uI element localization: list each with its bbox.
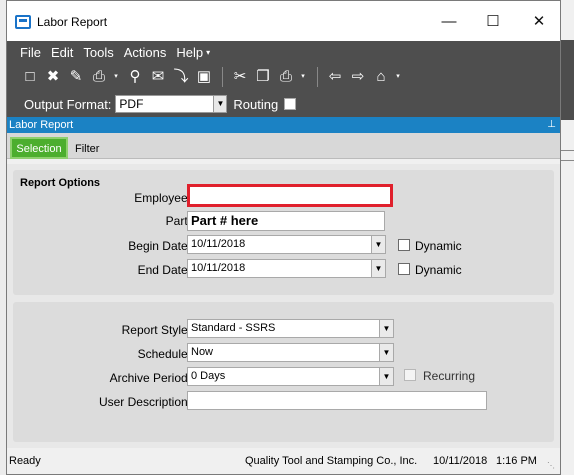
recurring-label: Recurring: [423, 369, 476, 383]
attach-icon[interactable]: ⤵: [170, 66, 192, 88]
end-date-value: 10/11/2018: [191, 262, 246, 274]
delete-icon[interactable]: ✖: [42, 66, 64, 88]
begin-dynamic-label: Dynamic: [415, 239, 462, 253]
app-window-icon: [15, 15, 31, 29]
minimize-button[interactable]: —: [429, 9, 469, 35]
menu-overflow-icon[interactable]: ▾: [206, 48, 210, 57]
print-preview-icon[interactable]: ⚲: [124, 66, 146, 88]
labor-report-window: Labor Report — ☐ ✕ File Edit Tools Actio…: [6, 0, 561, 475]
status-date: 10/11/2018: [433, 455, 488, 467]
close-button[interactable]: ✕: [519, 9, 559, 35]
archive-period-label: Archive Period:: [109, 371, 191, 385]
end-date-label: End Date:: [137, 263, 191, 277]
menu-file[interactable]: File: [20, 45, 41, 60]
report-icon[interactable]: ▣: [193, 66, 215, 88]
forward-icon[interactable]: ⇨: [347, 66, 369, 88]
cut-icon[interactable]: ✂: [229, 66, 251, 88]
clear-icon[interactable]: ✎: [65, 66, 87, 88]
copy-icon[interactable]: ❐: [252, 66, 274, 88]
output-format-label: Output Format:: [24, 96, 112, 112]
toolbar: □ ✖ ✎ ⎙ ▾ ⚲ ✉ ⤵ ▣ ✂ ❐ ⎙ ▾ ⇦ ⇨ ⌂ ▾: [7, 63, 560, 91]
tab-strip: Selection Filter: [7, 133, 560, 159]
part-input[interactable]: Part # here: [187, 211, 385, 231]
end-dynamic-label: Dynamic: [415, 263, 462, 277]
paste-icon[interactable]: ⎙: [275, 66, 297, 88]
toolbar-separator: [222, 67, 223, 87]
resize-grip-icon[interactable]: ⋱: [547, 461, 557, 471]
maximize-button[interactable]: ☐: [473, 9, 513, 35]
print-icon[interactable]: ⎙: [88, 66, 110, 88]
menu-bar: File Edit Tools Actions Help ▾: [7, 41, 560, 63]
menu-tools[interactable]: Tools: [83, 45, 113, 60]
user-description-label: User Description:: [98, 395, 191, 409]
end-dynamic-checkbox[interactable]: [398, 263, 410, 275]
begin-date-label: Begin Date:: [128, 239, 191, 253]
employee-label: Employee:: [134, 191, 191, 205]
title-bar: Labor Report — ☐ ✕: [7, 1, 560, 41]
report-style-select[interactable]: Standard - SSRS ▼: [187, 319, 394, 338]
tab-filter[interactable]: Filter: [71, 139, 111, 161]
output-format-select[interactable]: PDF ▼: [115, 95, 228, 113]
back-icon[interactable]: ⇦: [324, 66, 346, 88]
recurring-checkbox[interactable]: [404, 369, 416, 381]
new-icon[interactable]: □: [19, 66, 41, 88]
status-bar: Ready Quality Tool and Stamping Co., Inc…: [7, 450, 560, 474]
begin-date-picker[interactable]: 10/11/2018 ▼: [187, 235, 386, 254]
menu-edit[interactable]: Edit: [51, 45, 73, 60]
archive-period-value: 0 Days: [191, 370, 226, 382]
schedule-label: Schedule:: [137, 347, 191, 361]
routing-label: Routing: [233, 96, 279, 112]
begin-date-value: 10/11/2018: [191, 238, 246, 250]
output-format-value: PDF: [119, 97, 144, 111]
status-company: Quality Tool and Stamping Co., Inc.: [245, 455, 418, 467]
toolbar-separator: [317, 67, 318, 87]
report-style-label: Report Style:: [121, 323, 191, 337]
panel-header: Labor Report ⊥: [7, 117, 560, 133]
background-toolbar: [560, 40, 574, 120]
tab-selection[interactable]: Selection: [10, 137, 68, 159]
menu-help[interactable]: Help: [176, 45, 203, 60]
user-description-input[interactable]: [187, 391, 487, 410]
chevron-down-icon[interactable]: ▼: [371, 236, 385, 253]
report-settings-group: Report Style: Standard - SSRS ▼ Schedule…: [13, 302, 554, 442]
panel-title: Labor Report: [9, 119, 74, 131]
chevron-down-icon[interactable]: ▼: [371, 260, 385, 277]
email-icon[interactable]: ✉: [147, 66, 169, 88]
menu-actions[interactable]: Actions: [124, 45, 167, 60]
chevron-down-icon[interactable]: ▼: [379, 344, 393, 361]
report-style-value: Standard - SSRS: [191, 322, 276, 334]
schedule-select[interactable]: Now ▼: [187, 343, 394, 362]
status-state: Ready: [9, 455, 41, 467]
archive-period-select[interactable]: 0 Days ▼: [187, 367, 394, 386]
chevron-down-icon[interactable]: ▼: [379, 368, 393, 385]
chevron-down-icon[interactable]: ▼: [379, 320, 393, 337]
begin-dynamic-checkbox[interactable]: [398, 239, 410, 251]
background-divider: [560, 150, 574, 151]
report-options-title: Report Options: [20, 177, 101, 189]
status-time: 1:16 PM: [496, 455, 537, 467]
window-title: Labor Report: [37, 15, 108, 29]
chevron-down-icon[interactable]: ▼: [213, 96, 227, 112]
employee-input[interactable]: [187, 184, 393, 207]
background-divider: [560, 160, 574, 161]
output-format-bar: Output Format: PDF ▼ Routing: [7, 91, 560, 117]
end-date-picker[interactable]: 10/11/2018 ▼: [187, 259, 386, 278]
report-options-group: Report Options Employee: Part: Part # he…: [13, 170, 554, 295]
part-label: Part:: [165, 214, 191, 228]
pin-icon[interactable]: ⊥: [547, 117, 556, 133]
background-window: [560, 0, 574, 475]
schedule-value: Now: [191, 346, 214, 358]
routing-checkbox[interactable]: [284, 98, 297, 110]
selection-content: Report Options Employee: Part: Part # he…: [7, 164, 560, 448]
toolbar-overflow-icon[interactable]: ▾: [393, 66, 403, 88]
print-dropdown-icon[interactable]: ▾: [111, 66, 121, 88]
home-icon[interactable]: ⌂: [370, 66, 392, 88]
paste-dropdown-icon[interactable]: ▾: [298, 66, 308, 88]
